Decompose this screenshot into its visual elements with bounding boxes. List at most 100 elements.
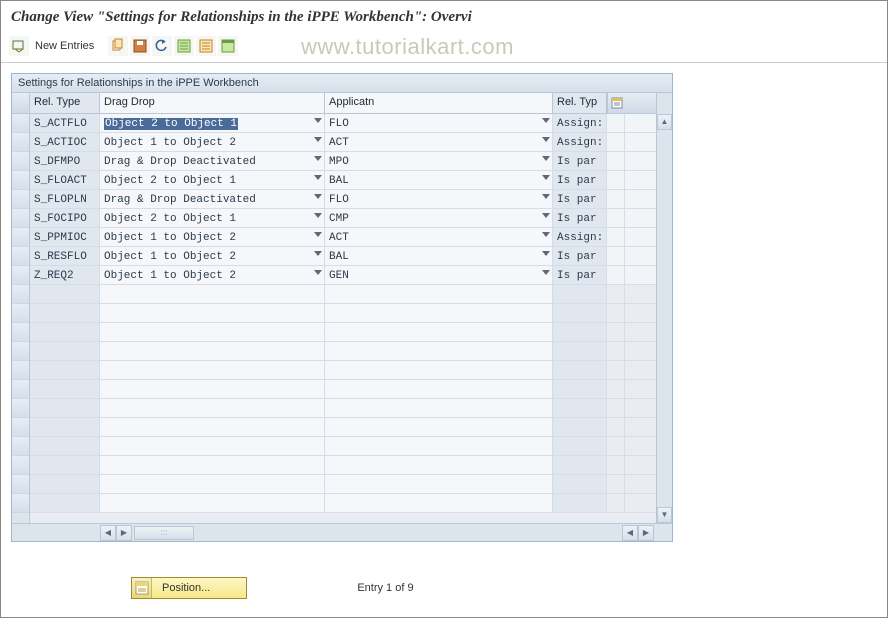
cell-drag-drop[interactable]: Object 1 to Object 2 <box>100 133 325 151</box>
copy-icon[interactable] <box>108 36 128 56</box>
scroll-left2-icon[interactable]: ◀ <box>622 525 638 541</box>
undo-icon[interactable] <box>152 36 172 56</box>
table-row[interactable]: S_PPMIOCObject 1 to Object 2ACTAssign: <box>30 228 656 247</box>
cell-rel-type[interactable]: S_FLOPLN <box>30 190 100 208</box>
cell-drag-drop[interactable]: Object 2 to Object 1 <box>100 114 325 132</box>
cell-rel-type[interactable]: S_FLOACT <box>30 171 100 189</box>
dropdown-icon[interactable] <box>542 194 550 199</box>
cell-rel-type[interactable]: Z_REQ2 <box>30 266 100 284</box>
dropdown-icon[interactable] <box>542 118 550 123</box>
cell-drag-drop[interactable]: Object 1 to Object 2 <box>100 228 325 246</box>
cell-rel-type[interactable]: S_FOCIPO <box>30 209 100 227</box>
cell-rel-type2[interactable]: Assign: <box>553 114 607 132</box>
table-row[interactable]: Z_REQ2Object 1 to Object 2GENIs par <box>30 266 656 285</box>
row-selector[interactable] <box>12 228 29 247</box>
row-selector[interactable] <box>12 380 29 399</box>
col-applicatn[interactable]: Applicatn <box>325 93 553 113</box>
config-columns-icon[interactable] <box>607 93 625 113</box>
cell-rel-type[interactable]: S_ACTFLO <box>30 114 100 132</box>
cell-applicatn[interactable]: MPO <box>325 152 553 170</box>
cell-drag-drop[interactable]: Object 1 to Object 2 <box>100 266 325 284</box>
cell-applicatn[interactable]: BAL <box>325 171 553 189</box>
row-selector[interactable] <box>12 266 29 285</box>
col-rel-type2[interactable]: Rel. Typ <box>553 93 607 113</box>
dropdown-icon[interactable] <box>542 232 550 237</box>
dropdown-icon[interactable] <box>542 270 550 275</box>
cell-rel-type[interactable]: S_ACTIOC <box>30 133 100 151</box>
cell-applicatn[interactable]: ACT <box>325 228 553 246</box>
row-selector[interactable] <box>12 304 29 323</box>
cell-drag-drop[interactable]: Object 2 to Object 1 <box>100 171 325 189</box>
row-selector[interactable] <box>12 418 29 437</box>
cell-rel-type[interactable]: S_DFMPO <box>30 152 100 170</box>
col-drag-drop[interactable]: Drag Drop <box>100 93 325 113</box>
row-selector[interactable] <box>12 152 29 171</box>
cell-rel-type2[interactable]: Is par <box>553 171 607 189</box>
dropdown-icon[interactable] <box>542 251 550 256</box>
select-all-icon[interactable] <box>174 36 194 56</box>
save-icon[interactable] <box>130 36 150 56</box>
scroll-right2-icon[interactable]: ▶ <box>638 525 654 541</box>
dropdown-icon[interactable] <box>314 137 322 142</box>
cell-drag-drop[interactable]: Object 2 to Object 1 <box>100 209 325 227</box>
cell-drag-drop[interactable]: Object 1 to Object 2 <box>100 247 325 265</box>
cell-rel-type2[interactable]: Is par <box>553 190 607 208</box>
cell-rel-type2[interactable]: Is par <box>553 209 607 227</box>
row-selector[interactable] <box>12 285 29 304</box>
row-selector[interactable] <box>12 399 29 418</box>
dropdown-icon[interactable] <box>314 194 322 199</box>
scroll-left-icon[interactable]: ◀ <box>100 525 116 541</box>
table-row[interactable]: S_DFMPODrag & Drop DeactivatedMPOIs par <box>30 152 656 171</box>
table-row[interactable]: S_FLOPLNDrag & Drop DeactivatedFLOIs par <box>30 190 656 209</box>
dropdown-icon[interactable] <box>542 137 550 142</box>
row-selector[interactable] <box>12 342 29 361</box>
row-selector[interactable] <box>12 437 29 456</box>
row-selector[interactable] <box>12 361 29 380</box>
row-selector[interactable] <box>12 456 29 475</box>
row-selector[interactable] <box>12 475 29 494</box>
cell-rel-type[interactable]: S_PPMIOC <box>30 228 100 246</box>
cell-drag-drop[interactable]: Drag & Drop Deactivated <box>100 152 325 170</box>
row-selector[interactable] <box>12 171 29 190</box>
row-selector[interactable] <box>12 209 29 228</box>
table-row[interactable]: S_FOCIPOObject 2 to Object 1CMPIs par <box>30 209 656 228</box>
cell-rel-type2[interactable]: Is par <box>553 247 607 265</box>
scroll-right-icon[interactable]: ▶ <box>116 525 132 541</box>
scroll-down-icon[interactable]: ▼ <box>657 507 672 523</box>
dropdown-icon[interactable] <box>314 175 322 180</box>
vertical-scrollbar[interactable]: ▲ ▼ <box>656 93 672 523</box>
cell-applicatn[interactable]: GEN <box>325 266 553 284</box>
col-rel-type[interactable]: Rel. Type <box>30 93 100 113</box>
cell-rel-type2[interactable]: Assign: <box>553 133 607 151</box>
row-selector[interactable] <box>12 190 29 209</box>
table-row[interactable]: S_RESFLOObject 1 to Object 2BALIs par <box>30 247 656 266</box>
cell-applicatn[interactable]: BAL <box>325 247 553 265</box>
table-row[interactable]: S_FLOACTObject 2 to Object 1BALIs par <box>30 171 656 190</box>
row-selector[interactable] <box>12 494 29 513</box>
table-row[interactable]: S_ACTFLOObject 2 to Object 1FLOAssign: <box>30 114 656 133</box>
toggle-tree-icon[interactable] <box>9 36 29 56</box>
dropdown-icon[interactable] <box>314 213 322 218</box>
dropdown-icon[interactable] <box>542 156 550 161</box>
scroll-up-icon[interactable]: ▲ <box>657 114 672 130</box>
row-selector[interactable] <box>12 114 29 133</box>
dropdown-icon[interactable] <box>314 118 322 123</box>
cell-applicatn[interactable]: FLO <box>325 190 553 208</box>
cell-rel-type[interactable]: S_RESFLO <box>30 247 100 265</box>
row-selector[interactable] <box>12 323 29 342</box>
dropdown-icon[interactable] <box>542 213 550 218</box>
new-entries-button[interactable]: New Entries <box>33 40 100 52</box>
cell-applicatn[interactable]: ACT <box>325 133 553 151</box>
dropdown-icon[interactable] <box>314 251 322 256</box>
cell-applicatn[interactable]: FLO <box>325 114 553 132</box>
row-selector[interactable] <box>12 247 29 266</box>
table-settings-icon[interactable] <box>218 36 238 56</box>
dropdown-icon[interactable] <box>314 270 322 275</box>
dropdown-icon[interactable] <box>542 175 550 180</box>
cell-rel-type2[interactable]: Is par <box>553 152 607 170</box>
horizontal-scrollbar[interactable]: ◀ ▶ ::: ◀ ▶ <box>12 523 672 541</box>
scroll-thumb[interactable]: ::: <box>134 526 194 540</box>
dropdown-icon[interactable] <box>314 232 322 237</box>
cell-drag-drop[interactable]: Drag & Drop Deactivated <box>100 190 325 208</box>
cell-applicatn[interactable]: CMP <box>325 209 553 227</box>
